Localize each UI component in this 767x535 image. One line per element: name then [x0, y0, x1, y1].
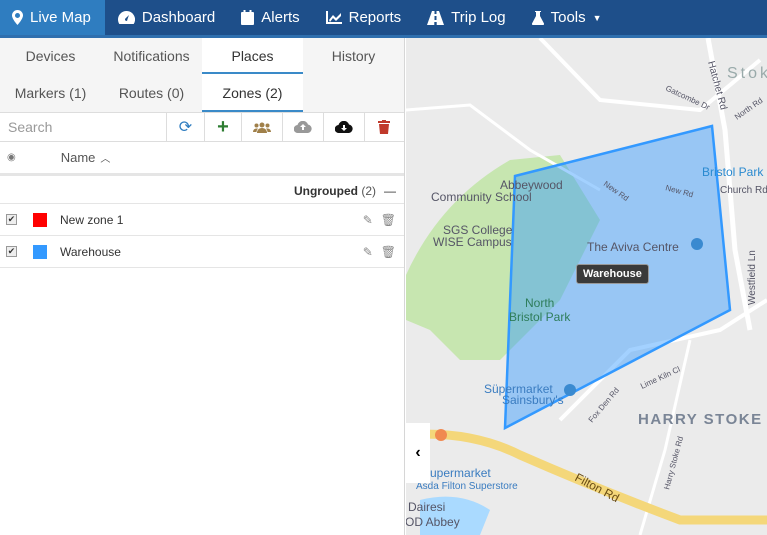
tab-notifications[interactable]: Notifications [101, 38, 202, 74]
zone-row[interactable]: ✔ Warehouse ✎ 🗑 [0, 236, 404, 268]
calendar-icon [241, 10, 255, 25]
plus-icon: + [217, 115, 229, 138]
nav-label: Alerts [261, 9, 300, 26]
subtab-routes[interactable]: Routes (0) [101, 74, 202, 112]
zone-tooltip: Warehouse [576, 264, 649, 284]
search-input[interactable] [0, 113, 167, 141]
tab-history[interactable]: History [303, 38, 404, 74]
map-label: North [525, 296, 554, 310]
map-label: Stok [727, 65, 767, 82]
map-label: Church Rd [720, 185, 767, 196]
restaurant-pin-icon [435, 429, 447, 441]
zone-color-swatch [33, 212, 47, 227]
map-label: Sainsbury's [502, 393, 564, 407]
groups-button[interactable] [242, 113, 283, 141]
nav-label: Reports [348, 9, 402, 26]
sort-asc-icon: ︿ [100, 154, 111, 165]
map-label: Fox Den Rd [587, 386, 621, 424]
delete-trash-icon[interactable]: 🗑 [381, 245, 396, 259]
nav-label: Tools [550, 9, 586, 26]
caret-down-icon: ▼ [592, 12, 602, 23]
map-label: The Aviva Centre [587, 240, 679, 254]
collapse-panel-button[interactable]: ‹ [406, 423, 430, 483]
refresh-button[interactable]: ⟳ [167, 113, 205, 141]
chart-icon [325, 11, 342, 24]
subtab-markers[interactable]: Markers (1) [0, 74, 101, 112]
road-icon [427, 10, 445, 25]
map-label: Bristol Park [702, 165, 764, 179]
group-count: (2) [361, 184, 376, 198]
zone-visible-checkbox[interactable]: ✔ [6, 246, 17, 257]
map-label: North Rd [733, 96, 764, 122]
edit-pencil-icon[interactable]: ✎ [363, 245, 373, 259]
nav-label: Trip Log [451, 9, 506, 26]
delete-all-button[interactable] [365, 113, 403, 141]
map-label: Dairesi [408, 500, 445, 514]
edit-pencil-icon[interactable]: ✎ [363, 213, 373, 227]
collapse-group-icon[interactable]: — [384, 184, 396, 198]
subtab-zones[interactable]: Zones (2) [202, 74, 303, 112]
refresh-icon: ⟳ [178, 119, 193, 136]
map-label: Community School [431, 190, 532, 204]
zone-name: New zone 1 [60, 212, 124, 227]
map-label: Asda Filton Superstore [416, 481, 518, 492]
top-nav: Live Map Dashboard Alerts Reports Trip L… [0, 0, 767, 38]
map-label: Supermarket [422, 466, 491, 480]
map-label: OD Abbey [406, 515, 460, 529]
poi-pin-icon [564, 384, 576, 396]
map-label: Bristol Park [509, 310, 571, 324]
map-label: Westfield Ln [747, 250, 758, 305]
users-icon [253, 122, 271, 133]
dashboard-icon [117, 11, 135, 24]
zone-color-swatch [33, 244, 47, 259]
download-button[interactable] [324, 113, 365, 141]
visibility-icon[interactable]: ◉ [7, 152, 16, 163]
cloud-download-icon [335, 121, 353, 133]
zone-name: Warehouse [60, 244, 121, 259]
add-zone-button[interactable]: + [205, 113, 242, 141]
map-marker-icon [12, 10, 23, 25]
map-label: WISE Campus [433, 235, 512, 249]
map-canvas: Abbeywood Community School SGS College W… [406, 38, 767, 535]
zone-row[interactable]: ✔ New zone 1 ✎ 🗑 [0, 204, 404, 236]
poi-pin-icon [691, 238, 703, 250]
trash-icon [378, 120, 390, 134]
upload-button[interactable] [283, 113, 324, 141]
flask-icon [531, 10, 544, 25]
nav-dashboard[interactable]: Dashboard [105, 0, 228, 35]
tab-places[interactable]: Places [202, 38, 303, 74]
zone-visible-checkbox[interactable]: ✔ [6, 214, 17, 225]
nav-reports[interactable]: Reports [313, 0, 415, 35]
cloud-upload-icon [294, 121, 312, 133]
chevron-left-icon: ‹ [415, 444, 421, 461]
delete-trash-icon[interactable]: 🗑 [381, 213, 396, 227]
side-panel: Devices Notifications Places History Mar… [0, 38, 405, 535]
nav-alerts[interactable]: Alerts [228, 0, 312, 35]
nav-label: Live Map [30, 9, 91, 26]
name-column-header[interactable]: Name [61, 150, 96, 165]
map-label: Filton Rd [573, 470, 622, 505]
nav-trip-log[interactable]: Trip Log [414, 0, 518, 35]
nav-label: Dashboard [141, 9, 216, 26]
map-label: HARRY STOKE [638, 411, 763, 428]
nav-tools[interactable]: Tools ▼ [519, 0, 615, 35]
tab-devices[interactable]: Devices [0, 38, 101, 74]
group-name: Ungrouped [293, 184, 358, 198]
map-view[interactable]: Abbeywood Community School SGS College W… [406, 38, 767, 535]
group-header[interactable]: Ungrouped (2) — [0, 179, 404, 204]
map-label: Lime Kiln Cl [639, 365, 682, 391]
nav-live-map[interactable]: Live Map [0, 0, 105, 35]
